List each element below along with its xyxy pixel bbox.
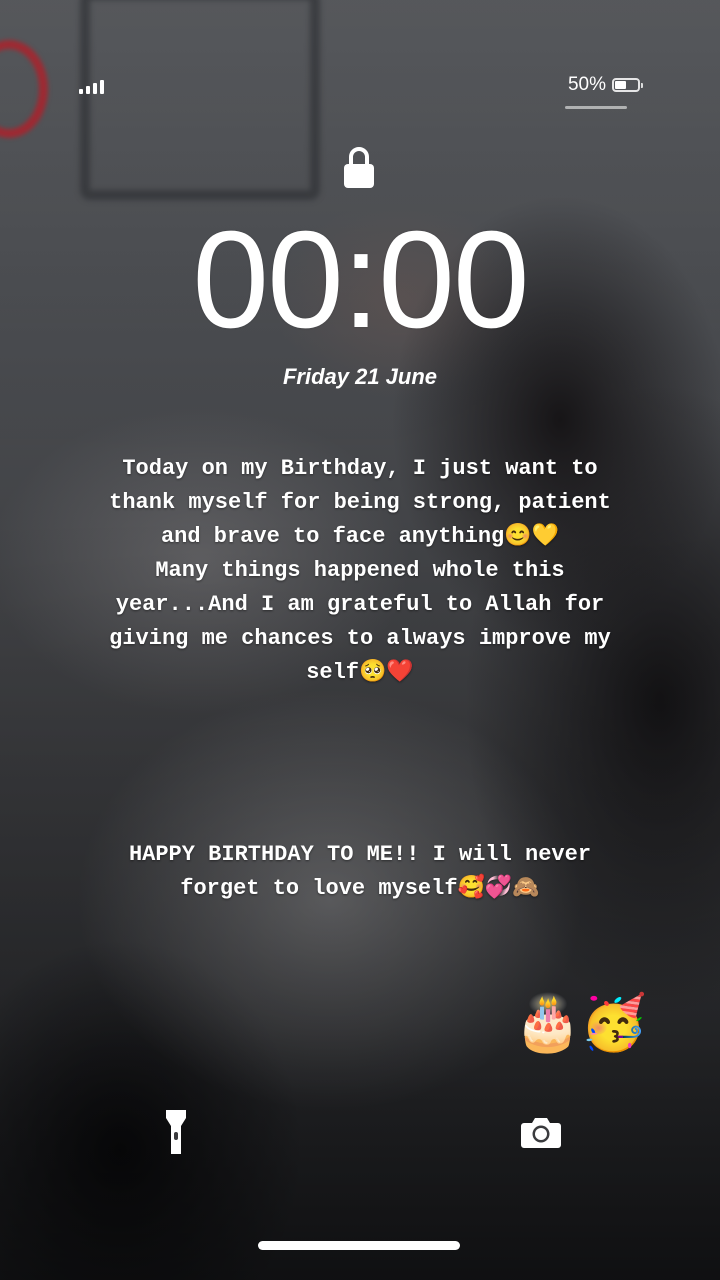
battery-status: 50%: [567, 74, 643, 96]
story-text-paragraph-2: HAPPY BIRTHDAY TO ME!! I will never forg…: [40, 838, 680, 906]
story-line: giving me chances to always improve my: [109, 626, 611, 651]
lock-screen: 50% 00:00 Friday 21 June Today on my Bir…: [0, 0, 720, 1280]
lock-icon: [344, 147, 374, 188]
control-center-indicator[interactable]: [565, 106, 627, 109]
story-line: Many things happened whole this: [155, 558, 565, 583]
lock-screen-time: 00:00: [192, 203, 529, 357]
story-line: and brave to face anything😊💛: [160, 524, 560, 549]
story-text-paragraph-1: Today on my Birthday, I just want to tha…: [40, 452, 680, 690]
battery-percent: 50%: [567, 74, 606, 95]
home-indicator[interactable]: [258, 1241, 460, 1250]
battery-fill: [615, 81, 626, 89]
story-line: thank myself for being strong, patient: [109, 490, 611, 515]
flashlight-icon[interactable]: [163, 1108, 189, 1156]
battery-icon: [612, 78, 643, 92]
story-line: self🥺❤️: [306, 660, 414, 685]
camera-icon[interactable]: [520, 1115, 562, 1149]
story-line: forget to love myself🥰💞🙈: [180, 876, 540, 901]
story-line: HAPPY BIRTHDAY TO ME!! I will never: [128, 842, 592, 867]
party-face-sticker: 🥳: [580, 991, 648, 1054]
lock-screen-date: Friday 21 June: [282, 364, 438, 389]
story-line: year...And I am grateful to Allah for: [115, 592, 605, 617]
birthday-cake-sticker: 🎂: [514, 991, 582, 1054]
cellular-signal-icon: [79, 78, 107, 94]
story-line: Today on my Birthday, I just want to: [122, 456, 598, 481]
